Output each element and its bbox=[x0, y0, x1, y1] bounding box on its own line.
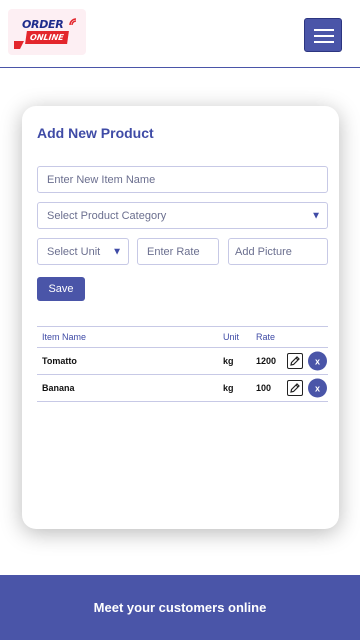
category-placeholder: Select Product Category bbox=[47, 209, 167, 222]
row-item-name: Tomatto bbox=[42, 356, 77, 366]
header-rate: Rate bbox=[256, 332, 276, 342]
save-button[interactable]: Save bbox=[37, 277, 85, 301]
unit-placeholder: Select Unit bbox=[47, 245, 101, 258]
caret-down-icon: ▼ bbox=[112, 246, 122, 257]
signal-waves-icon bbox=[69, 18, 77, 26]
header-unit: Unit bbox=[223, 332, 240, 342]
add-product-card: Add New Product Enter New Item Name Sele… bbox=[22, 106, 339, 529]
hamburger-menu-button[interactable] bbox=[304, 18, 342, 52]
footer-banner: Meet your customers online bbox=[0, 575, 360, 640]
top-navbar: ORDER ONLINE bbox=[0, 0, 360, 68]
order-online-logo[interactable]: ORDER ONLINE bbox=[8, 9, 86, 55]
pencil-icon[interactable] bbox=[287, 380, 303, 396]
logo-text-online: ONLINE bbox=[25, 31, 69, 44]
item-name-input[interactable]: Enter New Item Name bbox=[37, 166, 328, 193]
delete-button[interactable]: x bbox=[308, 351, 327, 371]
row-rate: 1200 bbox=[256, 356, 277, 366]
unit-select[interactable]: Select Unit ▼ bbox=[37, 238, 129, 265]
hamburger-icon-bar bbox=[314, 41, 334, 43]
card-title: Add New Product bbox=[37, 125, 154, 141]
rate-placeholder: Enter Rate bbox=[147, 245, 200, 258]
table-header: Item Name Unit Rate bbox=[37, 326, 328, 348]
row-item-name: Banana bbox=[42, 383, 75, 393]
table-row: Banana kg 100 x bbox=[37, 375, 328, 402]
logo-text-order: ORDER bbox=[22, 18, 64, 31]
delete-button[interactable]: x bbox=[308, 378, 327, 398]
picture-input[interactable]: Add Picture bbox=[228, 238, 328, 265]
header-item-name: Item Name bbox=[42, 332, 87, 342]
rate-input[interactable]: Enter Rate bbox=[137, 238, 219, 265]
row-unit: kg bbox=[223, 356, 234, 366]
caret-down-icon: ▼ bbox=[311, 210, 321, 221]
footer-tagline: Meet your customers online bbox=[93, 600, 267, 615]
product-category-select[interactable]: Select Product Category ▼ bbox=[37, 202, 328, 229]
picture-placeholder: Add Picture bbox=[235, 245, 292, 258]
row-unit: kg bbox=[223, 383, 234, 393]
hamburger-icon-bar bbox=[314, 35, 334, 37]
product-table: Item Name Unit Rate Tomatto kg 1200 x Ba… bbox=[37, 326, 328, 402]
logo-accent-shape bbox=[14, 41, 24, 49]
table-row: Tomatto kg 1200 x bbox=[37, 348, 328, 375]
item-name-placeholder: Enter New Item Name bbox=[47, 173, 156, 186]
pencil-icon[interactable] bbox=[287, 353, 303, 369]
row-rate: 100 bbox=[256, 383, 272, 393]
hamburger-icon bbox=[314, 29, 334, 31]
